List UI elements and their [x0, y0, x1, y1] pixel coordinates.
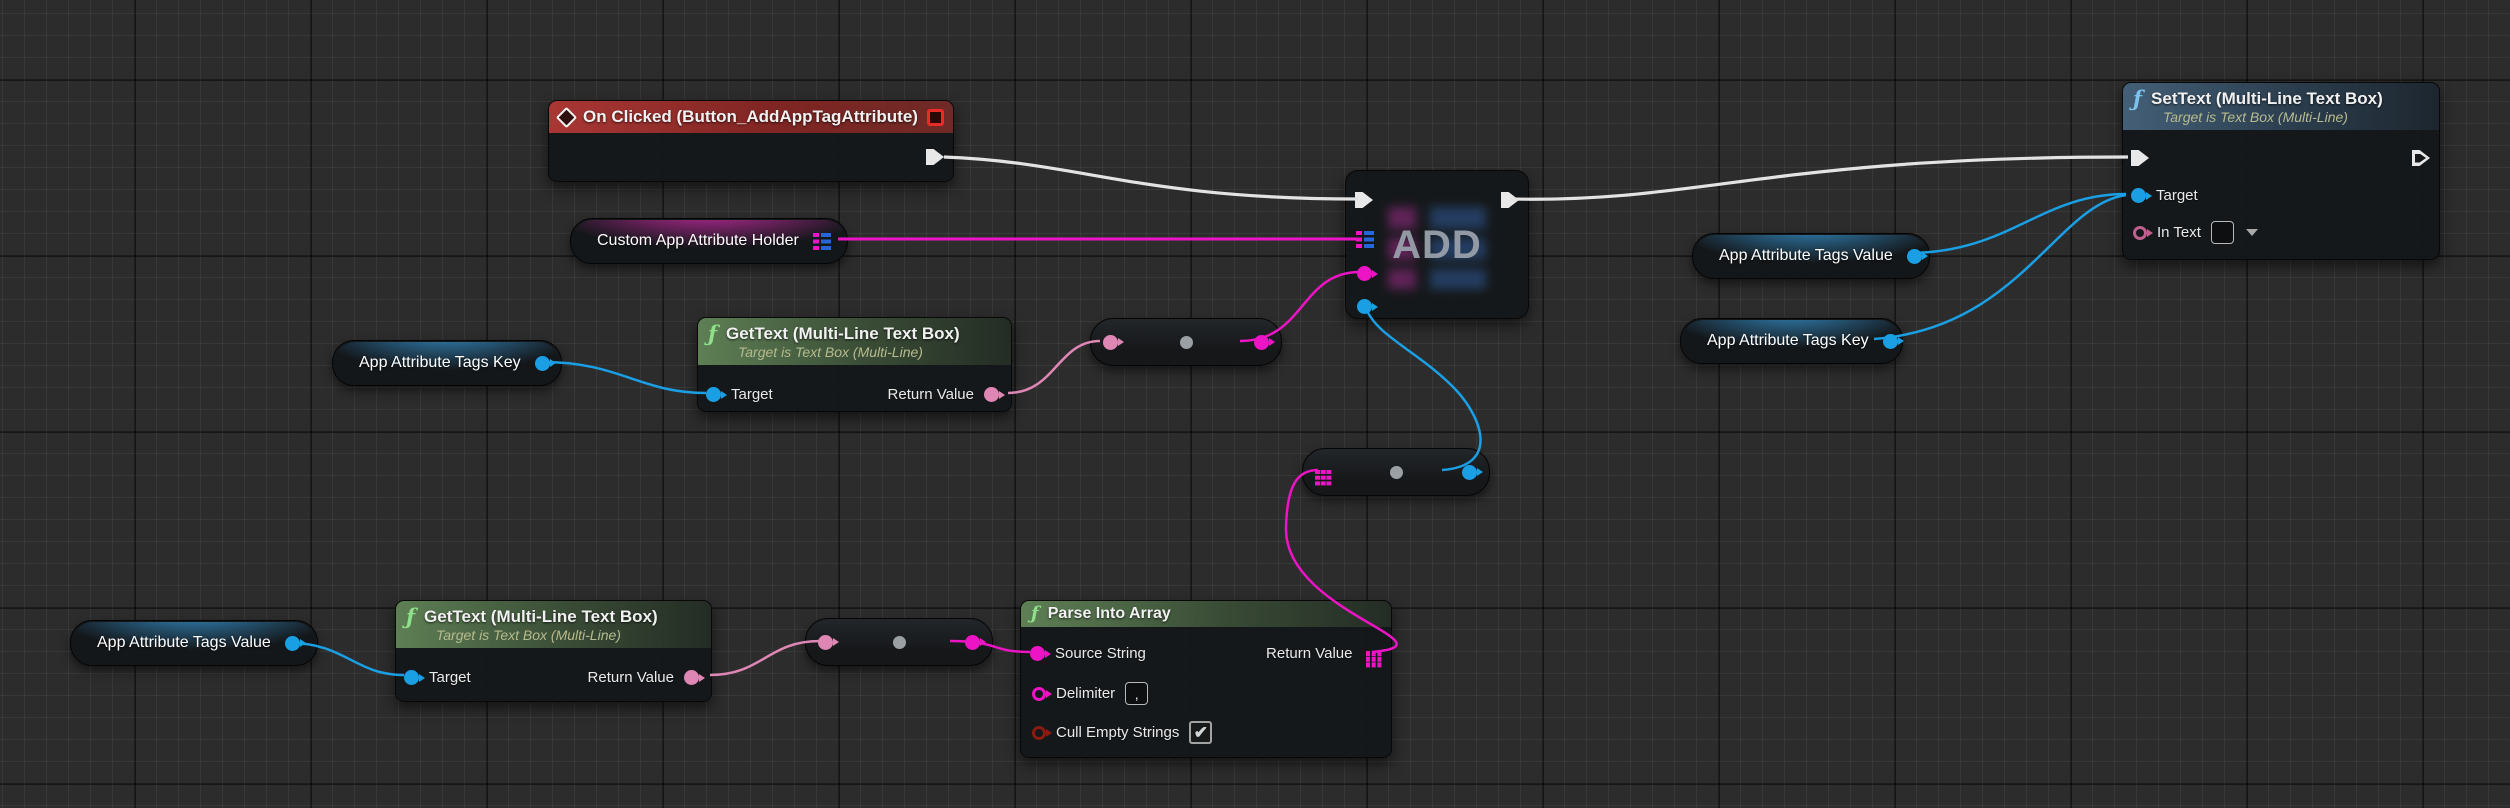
variable-node-app-attribute-tags-value-right[interactable]: App Attribute Tags Value [1692, 233, 1930, 279]
variable-node-app-attribute-tags-key-left[interactable]: App Attribute Tags Key [332, 340, 562, 386]
wire-value-conv2-to-add[interactable] [1366, 308, 1481, 470]
event-node-on-clicked[interactable]: On Clicked (Button_AddAppTagAttribute) [548, 100, 954, 182]
function-icon: ƒ [2133, 90, 2142, 108]
return-value-pin[interactable] [684, 670, 699, 685]
pin-label: Target [731, 386, 773, 403]
conversion-dot-icon [1180, 336, 1193, 349]
function-node-gettext-bottom[interactable]: ƒ GetText (Multi-Line Text Box) Target i… [395, 600, 712, 702]
bound-event-icon [927, 109, 944, 126]
pin-label: Cull Empty Strings [1056, 724, 1179, 741]
text-input-pin[interactable] [818, 635, 833, 650]
pin-label: Return Value [588, 669, 674, 686]
dropdown-caret-icon[interactable] [2246, 229, 2258, 236]
node-title: SetText (Multi-Line Text Box) [2151, 89, 2383, 109]
function-icon: ƒ [708, 325, 717, 343]
pin-label: Return Value [888, 386, 974, 403]
function-icon: ƒ [406, 608, 415, 626]
pin-label: Return Value [1266, 645, 1352, 662]
node-subtitle: Target is Text Box (Multi-Line) [738, 344, 999, 360]
target-pin[interactable] [2131, 188, 2146, 203]
node-subtitle: Target is Text Box (Multi-Line) [2163, 109, 2427, 125]
variable-node-app-attribute-tags-key-right[interactable]: App Attribute Tags Key [1680, 318, 1903, 364]
node-subtitle: Target is Text Box (Multi-Line) [436, 627, 699, 643]
exec-out-pin[interactable] [2412, 150, 2430, 166]
target-pin[interactable] [706, 387, 721, 402]
wire-value-getter-to-settext-target[interactable] [1908, 194, 2126, 253]
text-input-pin[interactable] [1103, 335, 1118, 350]
wire-text-gettext-to-conv1[interactable] [1008, 341, 1100, 393]
cull-empty-strings-checkbox[interactable]: ✔ [1189, 721, 1212, 744]
wire-exec-onclicked-to-add[interactable] [944, 157, 1358, 199]
conversion-node-array-to-value[interactable] [1302, 448, 1490, 496]
conversion-node-text-to-string-top[interactable] [1090, 318, 1282, 366]
target-map-pin[interactable] [1356, 231, 1374, 248]
variable-label: App Attribute Tags Value [1719, 247, 1893, 265]
return-value-pin[interactable] [984, 387, 999, 402]
pin-label: Source String [1055, 645, 1146, 662]
object-output-pin[interactable] [1907, 249, 1922, 264]
wire-exec-add-to-settext[interactable] [1510, 157, 2128, 199]
map-add-node[interactable]: ADD [1345, 170, 1529, 319]
exec-in-pin[interactable] [2131, 150, 2149, 166]
checkmark-icon: ✔ [1194, 723, 1208, 743]
value-output-pin[interactable] [1462, 465, 1477, 480]
key-pin[interactable] [1357, 266, 1372, 281]
node-title: GetText (Multi-Line Text Box) [726, 324, 960, 344]
in-text-input[interactable] [2211, 221, 2234, 244]
variable-label: App Attribute Tags Key [1707, 332, 1869, 350]
pin-label: Target [2156, 187, 2198, 204]
target-pin[interactable] [404, 670, 419, 685]
pin-label: Target [429, 669, 471, 686]
function-icon: ƒ [1031, 605, 1039, 623]
delimiter-pin[interactable] [1032, 687, 1046, 701]
source-string-pin[interactable] [1030, 646, 1045, 661]
node-title: GetText (Multi-Line Text Box) [424, 607, 658, 627]
variable-label: App Attribute Tags Key [359, 354, 521, 372]
variable-label: App Attribute Tags Value [97, 634, 271, 652]
wire-key-getter-to-gettext-target[interactable] [543, 362, 706, 393]
delimiter-input[interactable]: , [1125, 682, 1148, 705]
variable-label: Custom App Attribute Holder [597, 232, 799, 250]
wire-text-gettext-bottom-to-conv3[interactable] [710, 641, 820, 675]
blueprint-graph-canvas[interactable]: On Clicked (Button_AddAppTagAttribute) C… [0, 0, 2510, 808]
function-node-settext[interactable]: ƒ SetText (Multi-Line Text Box) Target i… [2122, 82, 2440, 260]
pin-label: In Text [2157, 224, 2201, 241]
function-node-gettext-top[interactable]: ƒ GetText (Multi-Line Text Box) Target i… [697, 317, 1012, 412]
variable-node-custom-app-attribute-holder[interactable]: Custom App Attribute Holder [570, 218, 848, 264]
node-title: On Clicked (Button_AddAppTagAttribute) [583, 107, 918, 127]
value-pin[interactable] [1357, 299, 1372, 314]
event-diamond-icon [556, 106, 577, 127]
in-text-pin[interactable] [2133, 226, 2147, 240]
node-title: Parse Into Array [1048, 605, 1171, 623]
conversion-dot-icon [893, 636, 906, 649]
variable-node-app-attribute-tags-value-bottom[interactable]: App Attribute Tags Value [70, 620, 318, 666]
function-node-parse-into-array[interactable]: ƒ Parse Into Array Source String Return … [1020, 600, 1392, 758]
return-value-array-pin[interactable] [1366, 651, 1371, 656]
exec-out-pin[interactable] [926, 149, 944, 165]
cull-empty-strings-pin[interactable] [1032, 726, 1046, 740]
pin-label: Delimiter [1056, 685, 1115, 702]
map-output-pin[interactable] [813, 233, 831, 250]
conversion-dot-icon [1390, 466, 1403, 479]
